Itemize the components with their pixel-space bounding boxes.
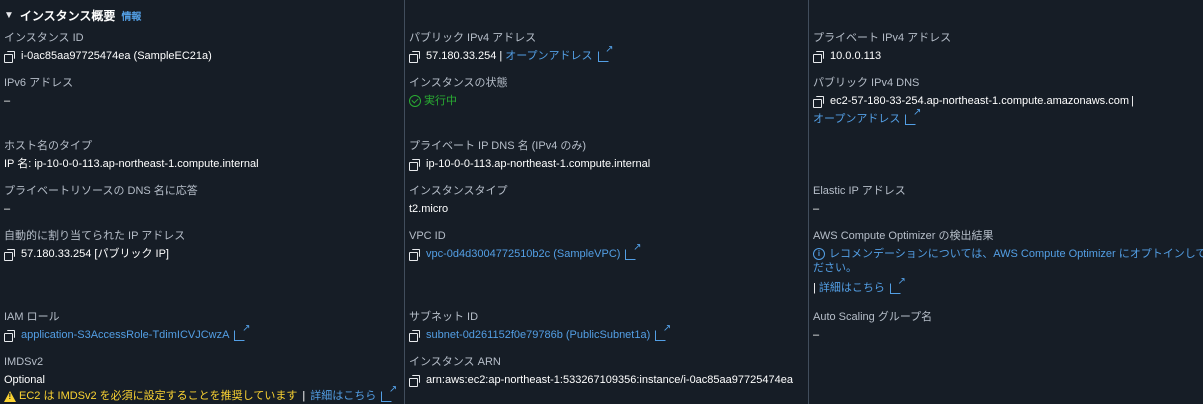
instance-type-value: t2.micro: [409, 203, 449, 215]
auto-ip-value: 57.180.33.254 [パブリック IP]: [21, 248, 169, 260]
private-dns-answer-value: –: [4, 203, 11, 215]
open-address-link[interactable]: オープンアドレス: [505, 49, 592, 63]
imdsv2-value: Optional: [4, 374, 45, 386]
ipv6-value: –: [4, 95, 11, 107]
imdsv2-warning: EC2 は IMDSv2 を必須に設定することを推奨しています: [19, 390, 298, 402]
field-iam-role: IAM ロール application-S3AccessRole-TdimICV…: [4, 310, 250, 342]
field-public-ipv4: パブリック IPv4 アドレス 57.180.33.254 | オープンアドレス: [409, 31, 614, 63]
copy-icon[interactable]: [4, 50, 15, 63]
field-label: Auto Scaling グループ名: [813, 311, 933, 323]
public-ipv4-value: 57.180.33.254: [426, 50, 497, 62]
copy-icon[interactable]: [813, 50, 824, 63]
field-elastic-ip: Elastic IP アドレス –: [813, 184, 906, 216]
warning-icon: !: [4, 390, 16, 402]
info-icon: i: [813, 248, 825, 260]
field-label: プライベート IPv4 アドレス: [813, 32, 952, 44]
copy-icon[interactable]: [409, 329, 420, 342]
iam-role-link[interactable]: application-S3AccessRole-TdimICVJCwzA: [21, 328, 229, 342]
field-instance-state: インスタンスの状態 実行中: [409, 76, 508, 108]
check-circle-icon: [409, 95, 421, 107]
elastic-ip-value: –: [813, 203, 820, 215]
copy-icon[interactable]: [4, 329, 15, 342]
field-label: インスタンス ARN: [409, 356, 501, 368]
imdsv2-details-link[interactable]: 詳細はこちら: [310, 389, 376, 403]
state-value: 実行中: [424, 95, 457, 107]
field-label: プライベートリソースの DNS 名に応答: [4, 185, 198, 197]
field-label: IPv6 アドレス: [4, 77, 74, 89]
open-address-link[interactable]: オープンアドレス: [813, 112, 900, 126]
copy-icon[interactable]: [409, 50, 420, 63]
public-dns-value: ec2-57-180-33-254.ap-northeast-1.compute…: [830, 95, 1129, 107]
field-auto-ip: 自動的に割り当てられた IP アドレス 57.180.33.254 [パブリック…: [4, 229, 185, 261]
field-private-ipv4: プライベート IPv4 アドレス 10.0.0.113: [813, 31, 951, 63]
field-label: インスタンスの状態: [409, 77, 508, 89]
field-label: 自動的に割り当てられた IP アドレス: [4, 230, 186, 242]
field-public-dns: パブリック IPv4 DNS ec2-57-180-33-254.ap-nort…: [813, 76, 1134, 126]
external-link-icon[interactable]: [889, 277, 906, 294]
field-subnet-id: サブネット ID subnet-0d261152f0e79786b (Publi…: [409, 310, 671, 342]
optimizer-details-link[interactable]: 詳細はこちら: [819, 281, 885, 295]
separator: |: [499, 50, 503, 62]
private-ip-dns-value: ip-10-0-0-113.ap-northeast-1.compute.int…: [426, 158, 651, 170]
field-label: サブネット ID: [409, 311, 479, 323]
field-imdsv2: IMDSv2 Optional ! EC2 は IMDSv2 を必須に設定するこ…: [4, 355, 397, 403]
column-right: プライベート IPv4 アドレス 10.0.0.113 パブリック IPv4 D…: [808, 0, 1203, 404]
subnet-id-link[interactable]: subnet-0d261152f0e79786b (PublicSubnet1a…: [426, 328, 650, 342]
optimizer-message-line2[interactable]: ださい。: [813, 261, 857, 275]
field-instance-type: インスタンスタイプ t2.micro: [409, 184, 508, 216]
external-link-icon[interactable]: [625, 243, 641, 260]
field-auto-scaling-group: Auto Scaling グループ名 –: [813, 310, 932, 342]
field-label: IAM ロール: [4, 311, 60, 323]
asg-value: –: [813, 329, 820, 341]
field-label: AWS Compute Optimizer の検出結果: [813, 230, 994, 242]
arn-value: arn:aws:ec2:ap-northeast-1:533267109356:…: [426, 374, 793, 386]
instance-id-value: i-0ac85aa97725474ea (SampleEC21a): [21, 50, 212, 62]
field-compute-optimizer: AWS Compute Optimizer の検出結果 i レコメンデーションにつ…: [813, 229, 1203, 295]
field-vpc-id: VPC ID vpc-0d4d3004772510b2c (SampleVPC): [409, 229, 641, 261]
field-label: IMDSv2: [4, 356, 44, 368]
field-label: ホスト名のタイプ: [4, 140, 92, 152]
copy-icon[interactable]: [409, 374, 420, 387]
private-ipv4-value: 10.0.0.113: [830, 50, 882, 62]
field-label: インスタンス ID: [4, 32, 84, 44]
field-private-ip-dns: プライベート IP DNS 名 (IPv4 のみ) ip-10-0-0-113.…: [409, 139, 650, 171]
copy-icon[interactable]: [4, 248, 15, 261]
external-link-icon[interactable]: [905, 108, 921, 125]
field-label: Elastic IP アドレス: [813, 185, 906, 197]
external-link-icon[interactable]: [381, 385, 397, 402]
field-instance-arn: インスタンス ARN arn:aws:ec2:ap-northeast-1:53…: [409, 355, 793, 387]
column-middle: パブリック IPv4 アドレス 57.180.33.254|オープンアドレス イ…: [404, 0, 809, 404]
field-private-dns-answer: プライベートリソースの DNS 名に応答 –: [4, 184, 198, 216]
field-label: VPC ID: [409, 230, 446, 242]
field-label: プライベート IP DNS 名 (IPv4 のみ): [409, 140, 587, 152]
field-label: パブリック IPv4 DNS: [813, 77, 920, 89]
copy-icon[interactable]: [813, 95, 824, 108]
field-label: パブリック IPv4 アドレス: [409, 32, 537, 44]
vpc-id-link[interactable]: vpc-0d4d3004772510b2c (SampleVPC): [426, 247, 620, 261]
copy-icon[interactable]: [409, 158, 420, 171]
external-link-icon[interactable]: [234, 324, 250, 341]
field-instance-id: インスタンス ID i-0ac85aa97725474ea (SampleEC2…: [4, 31, 212, 63]
field-label: インスタンスタイプ: [409, 185, 508, 197]
separator: |: [302, 390, 306, 402]
field-hostname-type: ホスト名のタイプ IP 名: ip-10-0-0-113.ap-northeas…: [4, 139, 259, 171]
optimizer-message-line1[interactable]: レコメンデーションについては、AWS Compute Optimizer にオプ…: [829, 247, 1203, 261]
field-ipv6: IPv6 アドレス –: [4, 76, 73, 108]
copy-icon[interactable]: [409, 248, 420, 261]
hostname-type-value: IP 名: ip-10-0-0-113.ap-northeast-1.compu…: [4, 158, 259, 170]
separator: |: [813, 282, 816, 294]
column-left: インスタンス ID i-0ac85aa97725474ea (SampleEC2…: [0, 0, 404, 404]
external-link-icon[interactable]: [655, 324, 671, 341]
external-link-icon[interactable]: [597, 45, 614, 62]
separator: |: [1131, 95, 1134, 107]
